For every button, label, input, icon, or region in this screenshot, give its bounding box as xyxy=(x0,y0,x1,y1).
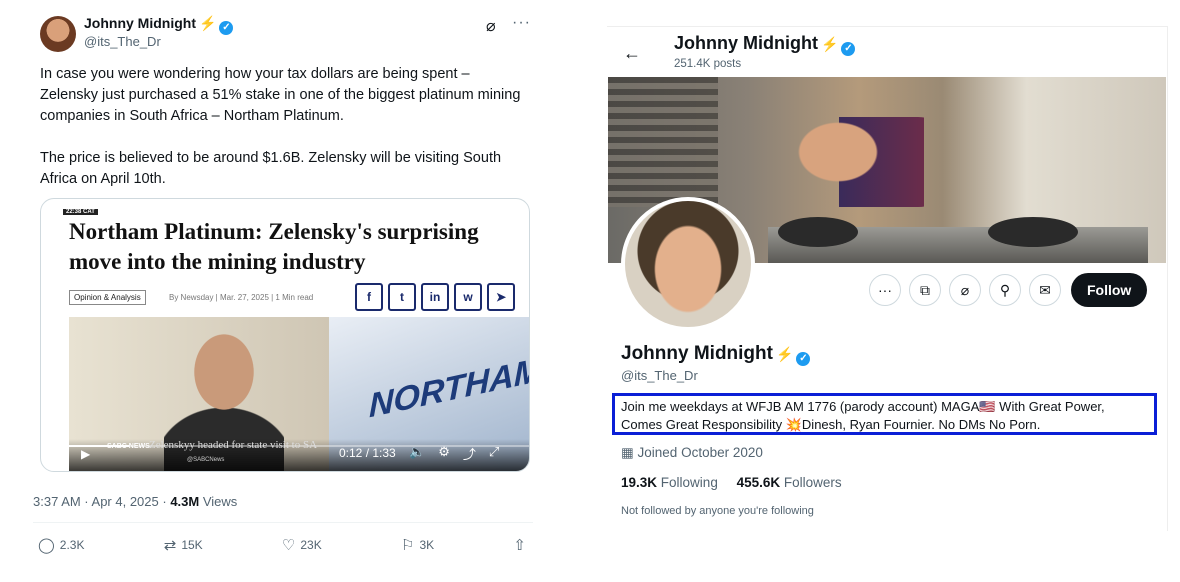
profile-header-name: Johnny Midnight xyxy=(674,33,818,53)
volume-icon[interactable]: 🔈 xyxy=(409,444,425,463)
following-count: 19.3K xyxy=(621,475,658,490)
grok-button[interactable]: ⌀ xyxy=(949,274,981,306)
profile-handle: @its_The_Dr xyxy=(621,368,698,383)
like-count: 23K xyxy=(300,538,322,552)
telegram-icon: ➤ xyxy=(487,283,515,311)
reply-button[interactable]: ◯ 2.3K xyxy=(38,536,84,554)
profile-panel: ← Johnny Midnight ⚡ ✓ 251.4K posts ··· ⧉ ⌀… xyxy=(607,26,1168,531)
video-controls: 🔈 ⚙ ⤴ ⤢ xyxy=(409,444,499,463)
video-sub-caption: @SABCNews xyxy=(187,457,225,463)
share-icons: f t in w ➤ xyxy=(355,283,515,311)
more-button[interactable]: ··· xyxy=(869,274,901,306)
bookmark-count: 3K xyxy=(419,538,435,552)
media-card[interactable]: 22:38 CAT Northam Platinum: Zelensky's s… xyxy=(40,198,530,472)
joined-text: Joined October 2020 xyxy=(637,445,763,460)
bookmark-button[interactable]: ⚐ 3K xyxy=(401,536,434,554)
video-sign: NORTHAM xyxy=(369,350,529,426)
share-button[interactable]: ⇧ xyxy=(513,536,526,554)
tweet-actions: ◯ 2.3K ⇄ 15K ♡ 23K ⚐ 3K ⇧ xyxy=(38,536,526,554)
profile-actions: ··· ⧉ ⌀ ⚲ ✉ Follow xyxy=(869,273,1148,307)
reply-count: 2.3K xyxy=(59,538,85,552)
linkedin-icon: in xyxy=(421,283,449,311)
verified-icon: ✓ xyxy=(796,352,811,366)
tweet-paragraph-2: The price is believed to be around $1.6B… xyxy=(40,150,502,187)
message-button[interactable]: ✉ xyxy=(1029,274,1061,306)
not-followed-notice: Not followed by anyone you're following xyxy=(621,505,814,517)
timestamp-text[interactable]: 3:37 AM · Apr 4, 2025 · xyxy=(33,494,170,509)
card-category: Opinion & Analysis xyxy=(69,290,146,305)
back-arrow-icon[interactable]: ← xyxy=(623,43,641,64)
tweet-paragraph-1: In case you were wondering how your tax … xyxy=(40,66,521,124)
joined-date: ▦ Joined October 2020 xyxy=(621,445,763,461)
profile-name-row: Johnny Midnight ⚡ ✓ xyxy=(621,343,811,366)
views-label: Views xyxy=(199,494,238,509)
card-time-tag: 22:38 CAT xyxy=(63,209,98,215)
more-icon: ··· xyxy=(878,282,892,298)
banner-reel xyxy=(988,217,1078,247)
follow-stats: 19.3K Following 455.6K Followers xyxy=(621,475,842,490)
share-video-icon[interactable]: ⤴ xyxy=(463,444,476,463)
whatsapp-icon: w xyxy=(454,283,482,311)
grok-summary-button[interactable]: ⧉ xyxy=(909,274,941,306)
banner-reel xyxy=(778,217,858,247)
followers-label: Followers xyxy=(783,475,842,490)
like-button[interactable]: ♡ 23K xyxy=(282,536,322,554)
followers-count: 455.6K xyxy=(736,475,781,490)
profile-bio: Join me weekdays at WFJB AM 1776 (parody… xyxy=(612,393,1157,435)
video-time: 0:12 / 1:33 xyxy=(339,446,396,460)
following-label: Following xyxy=(660,475,718,490)
views-count: 4.3M xyxy=(170,494,200,509)
more-options-icon[interactable]: ··· xyxy=(512,14,531,32)
video-player[interactable]: NORTHAM ▶ SABC NEWS Zelenskyy headed for… xyxy=(69,317,529,471)
grok-summary-icon: ⧉ xyxy=(920,281,930,298)
grok-icon: ⌀ xyxy=(960,281,970,298)
followers-link[interactable]: 455.6K Followers xyxy=(737,475,842,490)
video-caption: Zelenskyy headed for state visit to SA xyxy=(149,439,318,451)
settings-icon[interactable]: ⚙ xyxy=(438,444,450,463)
posts-count: 251.4K posts xyxy=(674,58,742,70)
mail-icon: ✉ xyxy=(1039,281,1051,298)
profile-header-title: Johnny Midnight ⚡ ✓ xyxy=(674,33,856,56)
grok-icon[interactable]: ⌀ xyxy=(486,16,496,36)
lightning-emoji: ⚡ xyxy=(198,15,217,31)
banner-person xyxy=(788,117,958,207)
facebook-icon: f xyxy=(355,283,383,311)
card-meta: By Newsday | Mar. 27, 2025 | 1 Min read xyxy=(169,293,314,302)
reply-icon: ◯ xyxy=(38,537,55,554)
share-icon: ⇧ xyxy=(513,537,526,554)
verified-icon: ✓ xyxy=(219,21,234,35)
calendar-icon: ▦ xyxy=(621,445,634,460)
author-name[interactable]: Johnny Midnight xyxy=(84,15,196,31)
repost-count: 15K xyxy=(181,538,203,552)
follow-button[interactable]: Follow xyxy=(1071,273,1148,307)
repost-icon: ⇄ xyxy=(163,537,177,554)
profile-avatar[interactable] xyxy=(621,197,755,331)
card-headline: Northam Platinum: Zelensky's surprising … xyxy=(69,219,479,274)
following-link[interactable]: 19.3K Following xyxy=(621,475,718,490)
author-avatar[interactable] xyxy=(40,16,76,52)
bookmark-icon: ⚐ xyxy=(400,537,415,554)
banner-shelf xyxy=(608,77,718,207)
lightning-emoji: ⚡ xyxy=(775,346,794,362)
heart-icon: ♡ xyxy=(281,537,296,554)
tweet-text: In case you were wondering how your tax … xyxy=(40,64,530,211)
twitter-icon: t xyxy=(388,283,416,311)
video-news-logo: SABC NEWS xyxy=(107,443,150,450)
author-handle[interactable]: @its_The_Dr xyxy=(84,34,161,49)
fullscreen-icon[interactable]: ⤢ xyxy=(489,444,499,463)
author-name-row[interactable]: Johnny Midnight ⚡ ✓ xyxy=(84,15,234,35)
lightning-emoji: ⚡ xyxy=(820,36,839,52)
search-icon: ⚲ xyxy=(999,281,1011,298)
repost-button[interactable]: ⇄ 15K xyxy=(164,536,203,554)
divider xyxy=(33,522,533,523)
play-icon[interactable]: ▶ xyxy=(81,447,90,461)
verified-icon: ✓ xyxy=(841,42,856,56)
tweet: Johnny Midnight ⚡ ✓ @its_The_Dr ⌀ ··· In c… xyxy=(30,0,535,582)
profile-name: Johnny Midnight xyxy=(621,343,773,364)
tweet-timestamp[interactable]: 3:37 AM · Apr 4, 2025 · 4.3M Views xyxy=(33,494,237,509)
search-button[interactable]: ⚲ xyxy=(989,274,1021,306)
